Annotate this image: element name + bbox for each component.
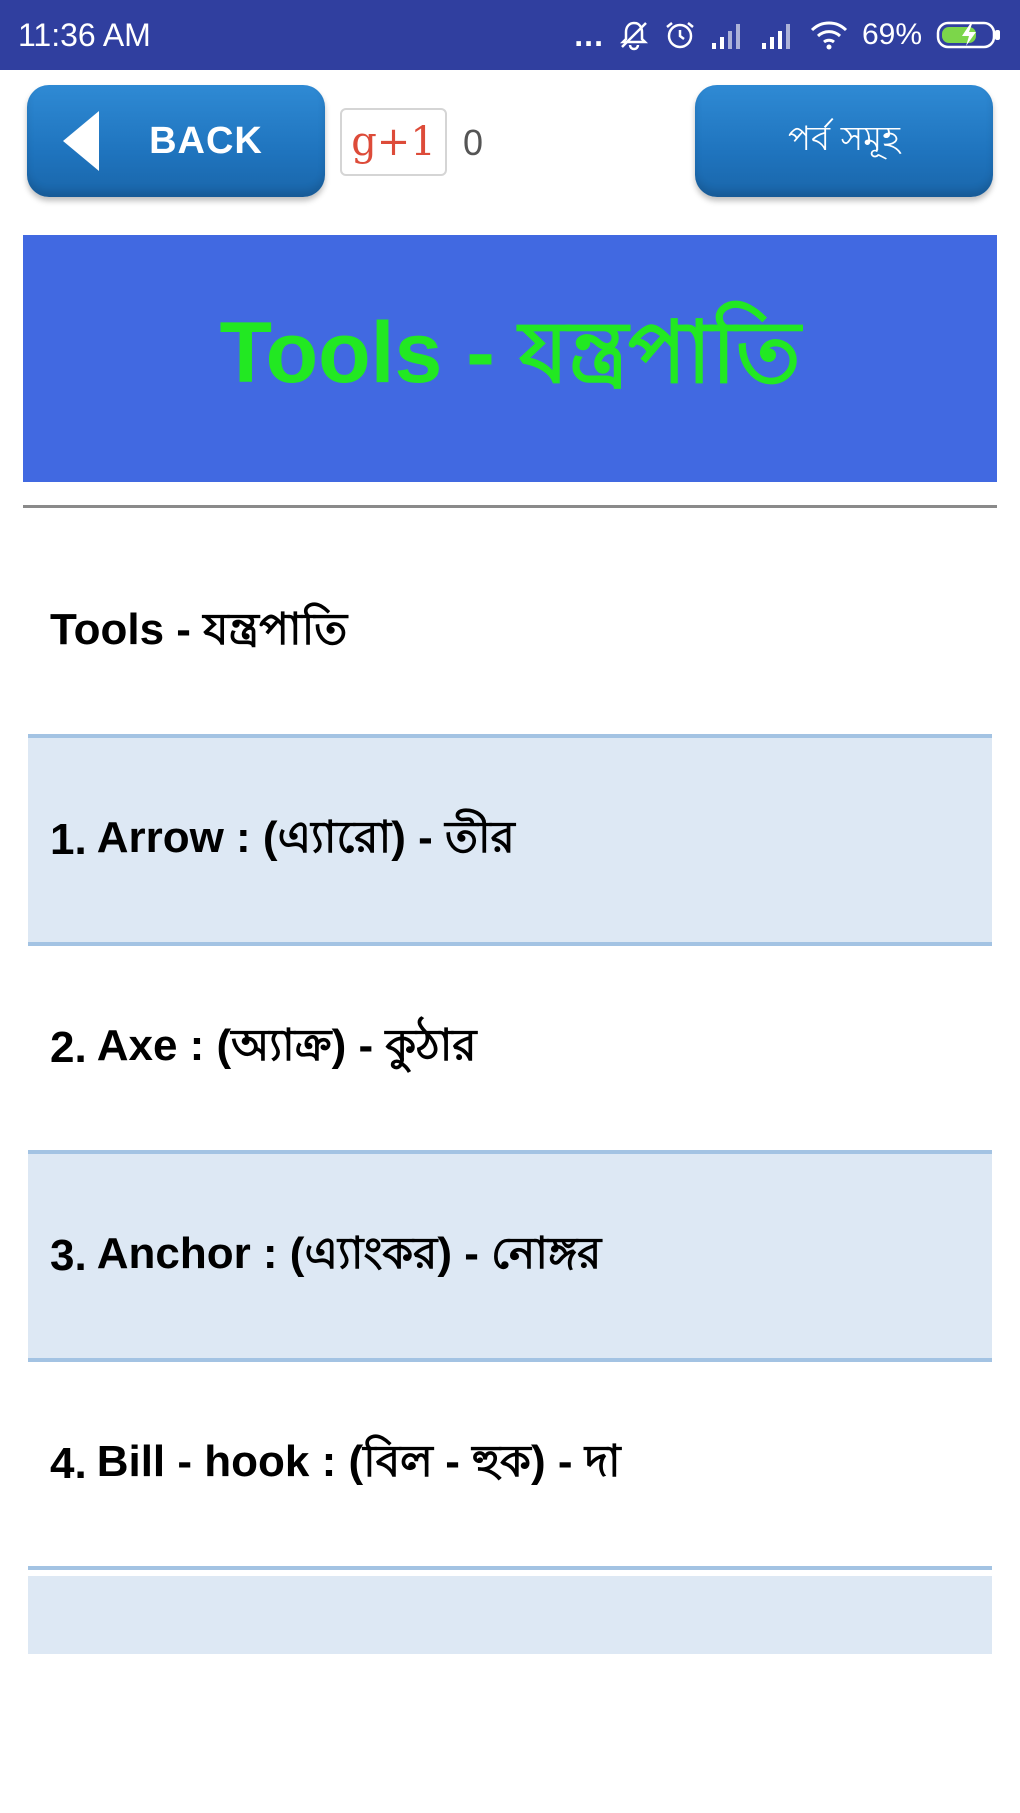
list-item[interactable]: 1. Arrow : (এ্যারো) - তীর bbox=[28, 738, 992, 946]
list-item[interactable]: 4. Bill - hook : (বিল - হুক) - দা bbox=[28, 1362, 992, 1570]
list-item-text: Anchor : (এ্যাংকর) - নোঙ্গর bbox=[96, 1228, 602, 1278]
mute-icon bbox=[618, 19, 650, 51]
battery-charging-icon bbox=[936, 19, 1002, 51]
episodes-button[interactable]: পর্ব সমূহ bbox=[695, 85, 993, 197]
list-item-number: 4. bbox=[50, 1439, 87, 1488]
google-plus-one-button[interactable]: g+1 bbox=[340, 108, 447, 176]
list-heading-text: Tools - যন্ত্রপাতি bbox=[50, 604, 348, 654]
list-item-number: 3. bbox=[50, 1231, 87, 1280]
page-title: Tools - যন্ত্রপাতি bbox=[219, 305, 801, 401]
list-item-text: Bill - hook : (বিল - হুক) - দা bbox=[96, 1436, 621, 1486]
list-item-number: 1. bbox=[50, 815, 87, 864]
wifi-icon bbox=[810, 20, 848, 50]
list-item-text: Arrow : (এ্যারো) - তীর bbox=[96, 812, 515, 862]
list-item-text: Axe : (অ্যাক্র) - কুঠার bbox=[96, 1020, 477, 1070]
google-plus-one-count: 0 bbox=[463, 122, 484, 163]
list-heading: Tools - যন্ত্রপাতি bbox=[28, 530, 992, 738]
back-arrow-icon bbox=[63, 111, 99, 171]
list-item[interactable] bbox=[28, 1576, 992, 1654]
signal-icon bbox=[710, 21, 746, 49]
google-plus-one-label: g+1 bbox=[351, 119, 436, 165]
more-dots-icon: ... bbox=[574, 16, 604, 53]
status-time: 11:36 AM bbox=[18, 16, 151, 53]
list-item[interactable]: 3. Anchor : (এ্যাংকর) - নোঙ্গর bbox=[28, 1154, 992, 1362]
alarm-icon bbox=[664, 19, 696, 51]
word-list: Tools - যন্ত্রপাতি 1. Arrow : (এ্যারো) -… bbox=[28, 530, 992, 1654]
episodes-button-label: পর্ব সমূহ bbox=[787, 118, 900, 159]
status-bar: 11:36 AM ... 69% bbox=[0, 0, 1020, 70]
back-button-label: BACK bbox=[149, 119, 263, 162]
back-button[interactable]: BACK bbox=[27, 85, 325, 197]
header-banner: Tools - যন্ত্রপাতি bbox=[23, 235, 997, 482]
battery-percent: 69% bbox=[861, 18, 922, 51]
signal-icon bbox=[760, 21, 796, 49]
list-item[interactable]: 2. Axe : (অ্যাক্র) - কুঠার bbox=[28, 946, 992, 1154]
list-item-number: 2. bbox=[50, 1023, 87, 1072]
divider bbox=[23, 505, 997, 508]
top-toolbar: BACK g+1 0 পর্ব সমূহ bbox=[0, 70, 1020, 210]
